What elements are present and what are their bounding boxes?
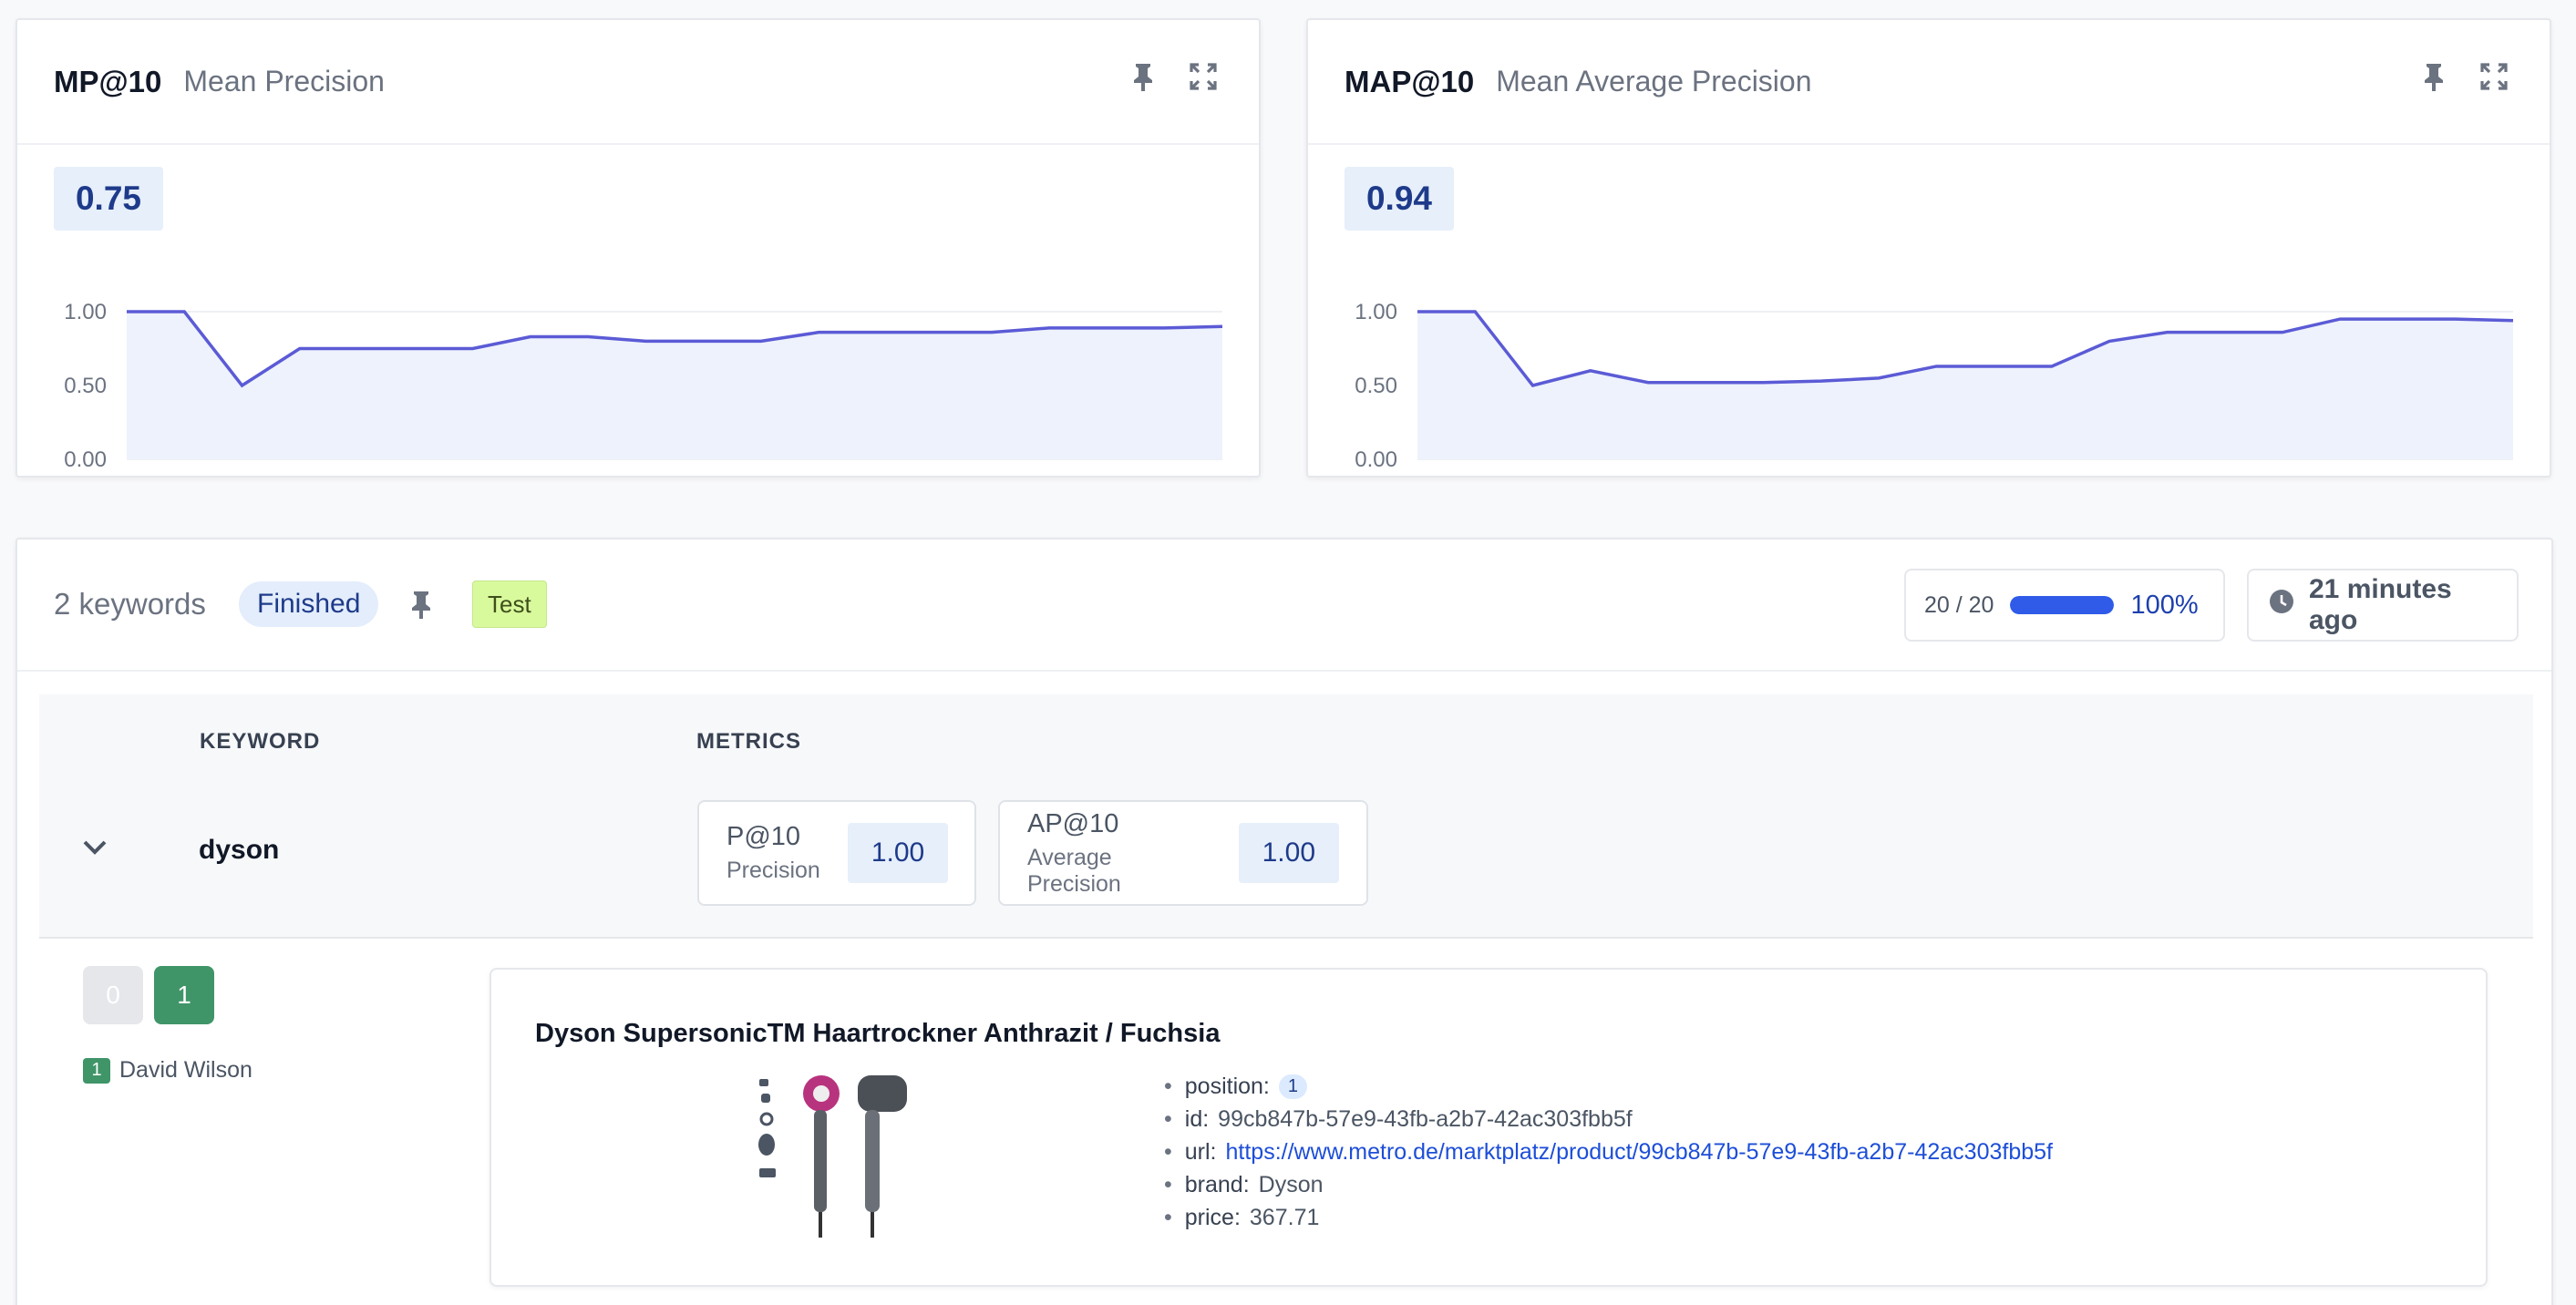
series-area	[127, 312, 1222, 459]
product-attributes: position: 1 id: 99cb847b-57e9-43fb-a2b7-…	[1164, 1070, 2053, 1234]
chevron-down-icon[interactable]	[81, 838, 108, 861]
progress-indicator: 20 / 20 100%	[1904, 569, 2225, 642]
attr-key: position:	[1184, 1073, 1270, 1099]
results-card: 2 keywords Finished Test 20 / 20 100% 21…	[15, 538, 2553, 1305]
column-header-metrics: METRICS	[696, 729, 801, 754]
product-url-link[interactable]: https://www.metro.de/marktplatz/product/…	[1226, 1139, 2054, 1166]
attr-value: 99cb847b-57e9-43fb-a2b7-42ac303fbb5f	[1218, 1105, 1633, 1132]
expand-icon[interactable]	[2478, 60, 2509, 93]
metric-description: Mean Average Precision	[1496, 65, 1812, 98]
results-header: 2 keywords Finished Test 20 / 20 100% 21…	[17, 539, 2551, 672]
mp-chart: 1.00 0.50 0.00	[64, 300, 1223, 472]
expand-icon[interactable]	[1188, 60, 1219, 93]
metric-value: 0.94	[1345, 167, 1454, 231]
metric-code: AP@10	[1027, 808, 1119, 838]
attr-value: 367.71	[1249, 1204, 1320, 1230]
attr-key: brand:	[1184, 1171, 1250, 1197]
product-image	[758, 1075, 907, 1238]
pin-icon[interactable]	[1128, 60, 1159, 93]
attr-id: id: 99cb847b-57e9-43fb-a2b7-42ac303fbb5f	[1164, 1103, 2053, 1135]
y-tick-label: 1.00	[64, 300, 107, 324]
tag-badge: Test	[472, 581, 547, 628]
column-header-keyword: KEYWORD	[200, 729, 321, 754]
y-tick-label: 0.00	[1355, 447, 1397, 472]
metric-description: Mean Precision	[183, 65, 385, 98]
attr-brand: brand: Dyson	[1164, 1168, 2053, 1201]
clock-icon	[2269, 589, 2294, 622]
attr-key: price:	[1184, 1204, 1241, 1230]
map-chart: 1.00 0.50 0.00	[1355, 300, 2514, 472]
attr-position: position: 1	[1164, 1070, 2053, 1103]
metric-code: P@10	[726, 822, 801, 851]
metric-card-header: MP@10 Mean Precision	[17, 20, 1259, 145]
status-badge: Finished	[239, 581, 379, 627]
metric-value: 1.00	[847, 823, 949, 883]
y-tick-label: 0.50	[1355, 374, 1397, 398]
judgement-button-0[interactable]: 0	[83, 966, 143, 1024]
map-metric-card: MAP@10 Mean Average Precision 0.94 1.00 0…	[1306, 18, 2551, 478]
progress-count: 20 / 20	[1924, 591, 1994, 618]
metric-code: MP@10	[54, 64, 162, 98]
product-title: Dyson SupersonicTM Haartrockner Anthrazi…	[535, 1019, 1221, 1048]
progress-bar	[2010, 596, 2115, 614]
judgement-button-1[interactable]: 1	[154, 966, 214, 1024]
assessor-score: 1	[83, 1057, 110, 1084]
attr-url: url: https://www.metro.de/marktplatz/pro…	[1164, 1135, 2053, 1168]
metric-label: Average Precision	[1027, 844, 1121, 897]
metric-card-header: MAP@10 Mean Average Precision	[1308, 20, 2550, 145]
metric-label: Precision	[726, 858, 820, 883]
metric-value: 1.00	[1238, 823, 1339, 883]
attr-key: id:	[1184, 1105, 1210, 1132]
mp-metric-card: MP@10 Mean Precision 0.75 1.00 0.50 0.00	[15, 18, 1261, 478]
series-area	[1417, 312, 2513, 459]
pin-icon[interactable]	[409, 590, 433, 623]
metric-box-precision: P@10 Precision 1.00	[697, 800, 976, 906]
metric-box-average-precision: AP@10 Average Precision 1.00	[998, 800, 1368, 906]
product-card: Dyson SupersonicTM Haartrockner Anthrazi…	[489, 968, 2488, 1287]
position-badge: 1	[1278, 1074, 1308, 1099]
time-indicator: 21 minutes ago	[2247, 569, 2519, 642]
assessor-name: David Wilson	[119, 1057, 252, 1083]
progress-percent: 100%	[2130, 590, 2199, 620]
y-tick-label: 1.00	[1355, 300, 1397, 324]
metric-code: MAP@10	[1345, 64, 1475, 98]
attr-value: Dyson	[1258, 1171, 1324, 1197]
keyword-name: dyson	[199, 835, 280, 865]
y-tick-label: 0.50	[64, 374, 107, 398]
attr-price: price: 367.71	[1164, 1201, 2053, 1234]
keyword-table: KEYWORD METRICS dyson P@10 Precision 1.0…	[39, 694, 2533, 939]
attr-key: url:	[1184, 1138, 1217, 1165]
keyword-count: 2 keywords	[54, 587, 206, 621]
metric-value: 0.75	[54, 167, 163, 231]
progress-bar-fill	[2010, 596, 2115, 614]
time-ago: 21 minutes ago	[2309, 574, 2452, 635]
pin-icon[interactable]	[2418, 60, 2449, 93]
assessor: 1 David Wilson	[83, 1057, 252, 1084]
y-tick-label: 0.00	[64, 447, 107, 472]
